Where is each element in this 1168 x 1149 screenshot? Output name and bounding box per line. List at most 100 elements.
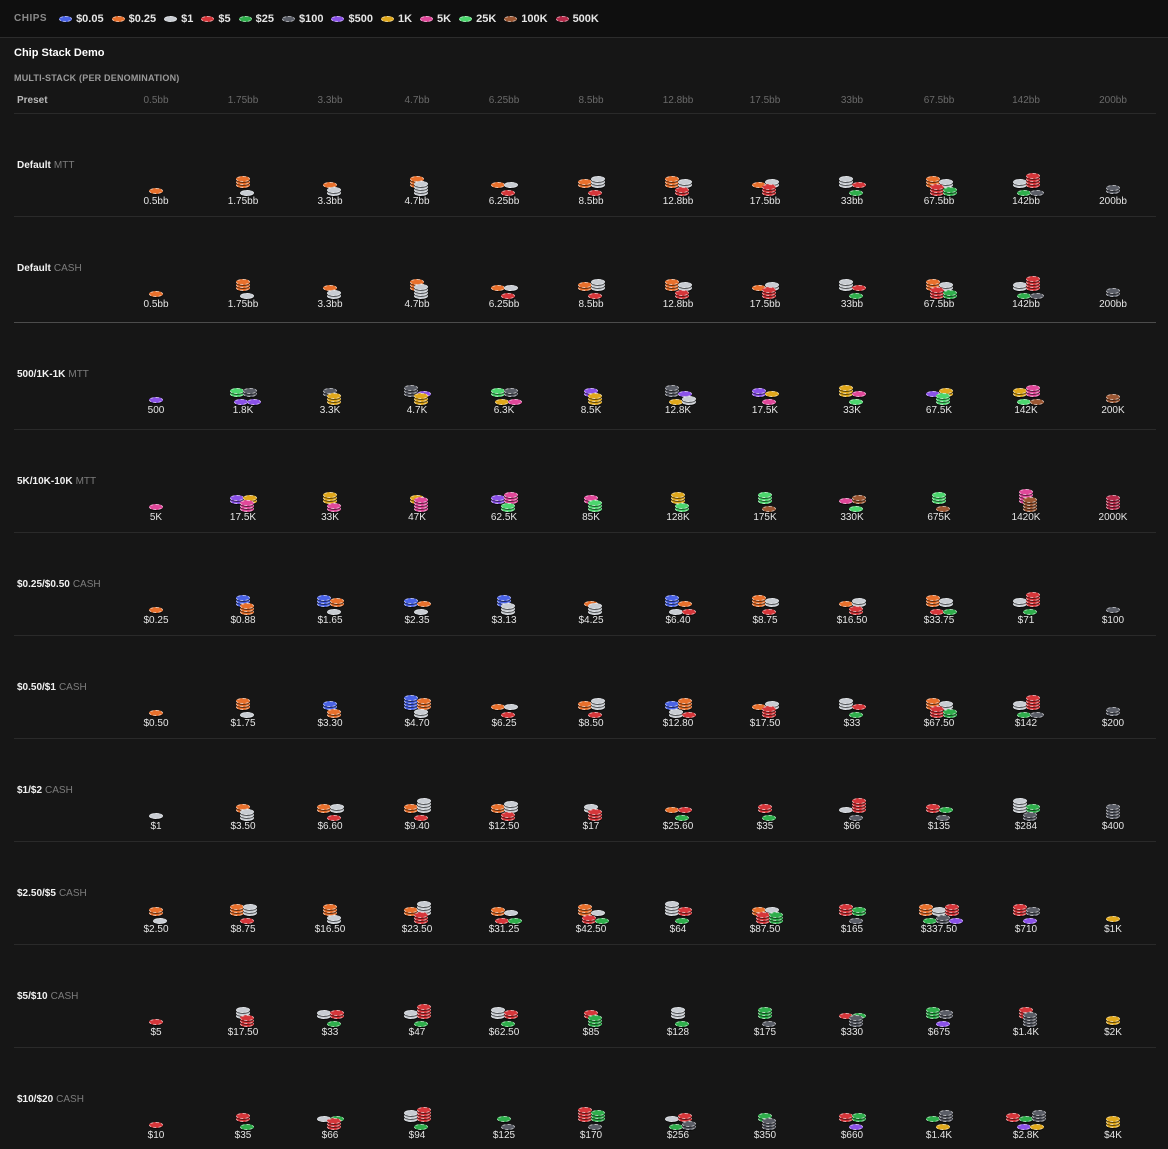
- legend-label: 100K: [521, 12, 548, 25]
- stack-cell: 6.25bb: [464, 257, 544, 317]
- chip-stack-icon: [149, 470, 163, 510]
- stack-cell: 142bb: [986, 257, 1066, 317]
- chip-stack-icon: [1029, 1088, 1044, 1130]
- stack-value: $1.65: [317, 615, 343, 626]
- stack-value: $17.50: [227, 1027, 259, 1038]
- chip-stack-group: [1073, 470, 1153, 510]
- stack-cell: $142: [986, 676, 1066, 736]
- stack-value: 6.25bb: [488, 299, 520, 310]
- chip-icon: [1106, 804, 1120, 810]
- chip-icon: [501, 812, 515, 818]
- chip-icon: [331, 15, 345, 22]
- chip-stack-group: [464, 363, 544, 405]
- chip-icon: [594, 918, 609, 924]
- chip-icon: [762, 609, 776, 615]
- chip-icon: [414, 815, 428, 821]
- stack-cell: 33bb: [812, 257, 892, 317]
- chip-icon: [675, 503, 689, 509]
- stack-cell: 200bb: [1073, 257, 1153, 317]
- table-row: 5K/10K-10K MTT 5K 17.5K 33K 47K 62.5K 85K 128K 17…: [14, 429, 1156, 532]
- chip-icon: [1029, 293, 1044, 299]
- chip-stack-group: [551, 1088, 631, 1130]
- legend-item: 5K: [420, 13, 451, 25]
- stack-value: $5: [150, 1027, 162, 1038]
- chip-stack-icon: [327, 154, 341, 196]
- column-header: 3.3bb: [317, 95, 343, 106]
- stack-cell: 2000K: [1073, 470, 1153, 530]
- stack-cell: $2K: [1073, 985, 1153, 1045]
- stack-value: $4K: [1104, 1130, 1122, 1141]
- chip-icon: [501, 1021, 515, 1027]
- chip-stack-group: [986, 154, 1066, 196]
- chip-stack-group: [203, 154, 283, 196]
- chip-stack-group: [116, 257, 196, 297]
- chip-stack-icon: [327, 882, 341, 924]
- chip-stack-group: [1073, 882, 1153, 922]
- stack-value: $0.25: [143, 615, 169, 626]
- chip-stack-icon: [153, 882, 167, 924]
- chip-stack-icon: [1029, 676, 1044, 718]
- chip-stack-icon: [762, 779, 776, 821]
- stack-value: $66: [843, 821, 861, 832]
- chip-icon: [849, 293, 863, 299]
- stack-value: $12.80: [662, 718, 694, 729]
- stack-cell: 128K: [638, 470, 718, 530]
- chip-stack-icon: [501, 985, 515, 1027]
- chip-icon: [233, 399, 248, 405]
- stack-cell: 17.5K: [203, 470, 283, 530]
- chip-icon: [240, 809, 254, 815]
- stack-cell: $675: [899, 985, 979, 1045]
- chip-stack-icon: [849, 985, 863, 1027]
- column-header: 4.7bb: [404, 95, 430, 106]
- preset-type: CASH: [58, 682, 87, 693]
- chip-stack-icon: [675, 985, 689, 1027]
- chip-stack-icon: [681, 363, 696, 405]
- chips-legend-bar: CHIPS $0.05 $0.25 $1 $5 $25 $100 $500 1K 5K 25K 10…: [0, 0, 1168, 38]
- table-row: $10/$20 CASH $10 $35 $66 $94 $125 $170 $256 $350 $…: [14, 1047, 1156, 1149]
- stack-cell: $3.50: [203, 779, 283, 839]
- chip-icon: [762, 815, 776, 821]
- chip-stack-group: [551, 985, 631, 1027]
- stack-value: $4.25: [578, 615, 604, 626]
- chip-stack-group: [638, 573, 718, 615]
- chip-stack-group: [1073, 985, 1153, 1025]
- stack-cell: $6.25: [464, 676, 544, 736]
- chip-icon: [768, 912, 783, 918]
- chip-stack-icon: [501, 470, 515, 512]
- chip-stack-group: [725, 257, 805, 299]
- stack-value: 4.7bb: [404, 196, 430, 207]
- chip-stack-icon: [149, 154, 163, 194]
- chip-stack-icon: [240, 573, 254, 615]
- stack-value: $67.50: [923, 718, 955, 729]
- chip-stack-icon: [755, 882, 770, 924]
- stack-cell: $6.60: [290, 779, 370, 839]
- chip-icon: [153, 918, 167, 924]
- chip-icon: [149, 504, 163, 510]
- column-header: 33bb: [840, 95, 864, 106]
- chip-stack-group: [203, 470, 283, 512]
- chip-stack-icon: [936, 363, 950, 405]
- chip-icon: [1106, 288, 1120, 294]
- stack-cell: $350: [725, 1088, 805, 1148]
- chip-icon: [501, 190, 515, 196]
- chip-icon: [414, 284, 428, 290]
- chip-stack-icon: [942, 154, 957, 196]
- chip-stack-group: [638, 985, 718, 1027]
- table-row: 500/1K-1K MTT 500 1.8K 3.3K 4.7K 6.3K 8.5K 12.8K…: [14, 322, 1156, 425]
- stack-value: 17.5K: [751, 405, 779, 416]
- chip-stack-icon: [942, 257, 957, 299]
- chip-icon: [849, 815, 863, 821]
- chip-stack-icon: [849, 363, 863, 405]
- chip-icon: [1029, 1124, 1044, 1130]
- chip-stack-group: [551, 154, 631, 196]
- chip-stack-icon: [414, 985, 428, 1027]
- chip-icon: [1023, 812, 1037, 818]
- chip-icon: [588, 190, 602, 196]
- legend-item: $5: [201, 13, 231, 25]
- chip-stack-icon: [414, 1088, 428, 1130]
- stack-value: $142: [1014, 718, 1038, 729]
- chip-stack-icon: [240, 676, 254, 718]
- chip-icon: [929, 287, 944, 293]
- legend-label: $100: [298, 12, 324, 25]
- chip-stack-icon: [762, 257, 776, 299]
